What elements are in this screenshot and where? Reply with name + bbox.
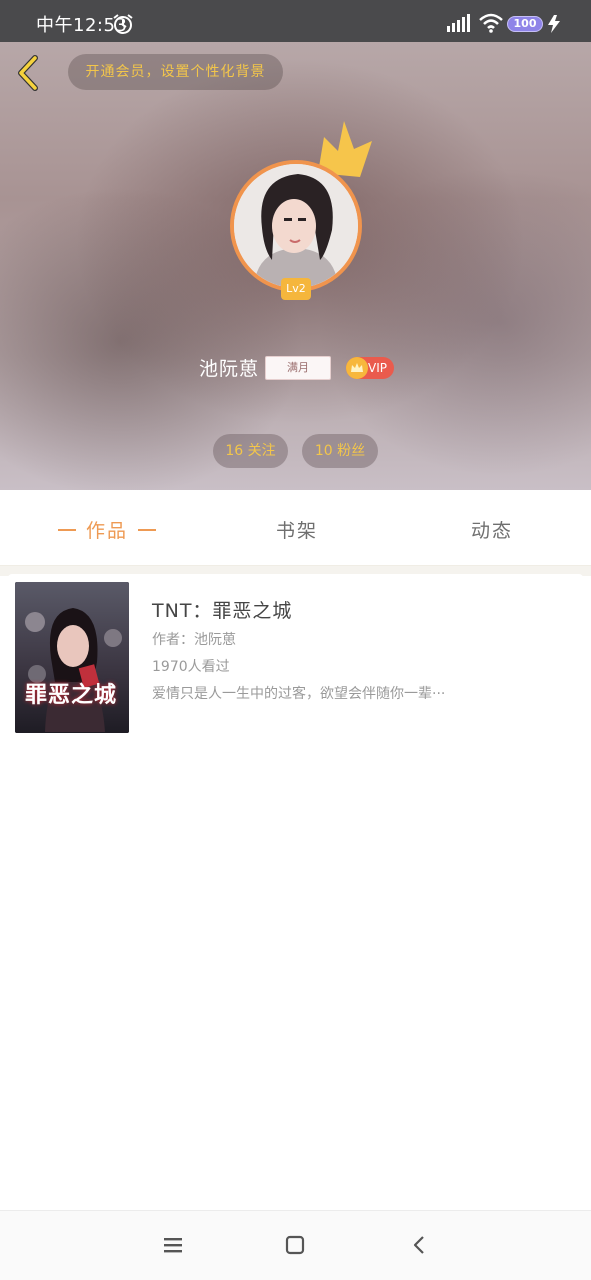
level-badge: Lv2 bbox=[281, 278, 311, 300]
book-card[interactable]: 罪恶之城 TNT：罪恶之城 作者：池阮葸 1970人看过 爱情只是人一生中的过客… bbox=[8, 574, 583, 742]
tab-works-label: 作品 bbox=[86, 520, 129, 542]
vip-label: VIP bbox=[368, 361, 387, 375]
tab-active-dash-left bbox=[58, 528, 76, 531]
back-arrow-icon[interactable] bbox=[14, 54, 42, 92]
profile-tabs: 作品 书架 动态 bbox=[0, 490, 591, 566]
vip-badge[interactable]: VIP bbox=[346, 357, 394, 379]
avatar-wrap bbox=[230, 160, 362, 292]
name-tag: 满月 bbox=[265, 356, 331, 380]
battery-indicator: 100 bbox=[507, 16, 543, 32]
tab-activity[interactable]: 动态 bbox=[471, 516, 513, 543]
tab-active-dash-right bbox=[138, 528, 157, 531]
back-icon[interactable] bbox=[411, 1235, 427, 1255]
home-icon[interactable] bbox=[285, 1235, 305, 1255]
book-cover[interactable]: 罪恶之城 bbox=[15, 582, 129, 733]
menu-icon[interactable] bbox=[163, 1236, 183, 1254]
book-author: 作者：池阮葸 bbox=[152, 632, 236, 648]
book-views: 1970人看过 bbox=[152, 659, 230, 675]
alarm-icon bbox=[113, 14, 133, 34]
system-nav-bar bbox=[0, 1210, 591, 1280]
tab-bookshelf[interactable]: 书架 bbox=[276, 516, 318, 543]
fans-count-button[interactable]: 10 粉丝 bbox=[302, 434, 378, 468]
status-bar: 中午12:53 100 bbox=[0, 0, 591, 42]
vip-background-banner[interactable]: 开通会员，设置个性化背景 bbox=[68, 54, 283, 90]
book-title[interactable]: TNT：罪恶之城 bbox=[152, 596, 292, 623]
avatar-portrait bbox=[234, 164, 358, 288]
tab-works[interactable]: 作品 bbox=[48, 516, 166, 543]
tab-activity-label: 动态 bbox=[471, 520, 514, 542]
book-cover-title: 罪恶之城 bbox=[25, 683, 118, 708]
following-count-button[interactable]: 16 关注 bbox=[213, 434, 288, 468]
signal-icon bbox=[447, 14, 470, 32]
wifi-icon bbox=[479, 13, 503, 33]
charging-icon bbox=[548, 15, 560, 33]
avatar[interactable] bbox=[230, 160, 362, 292]
vip-crown-icon bbox=[346, 357, 368, 379]
book-description: 爱情只是人一生中的过客，欲望会伴随你一辈··· bbox=[152, 686, 446, 702]
profile-header: 开通会员，设置个性化背景 Lv2 池阮葸 满月 VIP 16 关注 10 粉丝 bbox=[0, 42, 591, 490]
book-cover-art bbox=[15, 582, 129, 733]
tab-bookshelf-label: 书架 bbox=[276, 520, 319, 542]
username: 池阮葸 bbox=[199, 358, 260, 380]
